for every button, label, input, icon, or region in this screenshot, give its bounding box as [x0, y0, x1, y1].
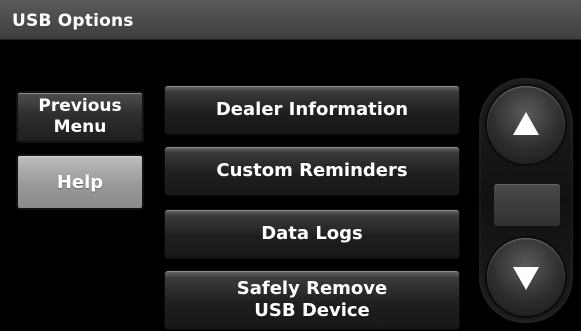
scroll-up-button[interactable]	[487, 86, 565, 164]
help-button[interactable]: Help	[18, 156, 142, 208]
custom-reminders-button[interactable]: Custom Reminders	[165, 147, 459, 195]
usb-options-screen: USB Options Previous Menu Help Dealer In…	[0, 0, 581, 331]
scroll-down-button[interactable]	[487, 238, 565, 316]
previous-menu-label-line2: Menu	[53, 117, 107, 137]
menu-item-label-line1: Safely Remove	[236, 278, 388, 299]
data-logs-button[interactable]: Data Logs	[165, 210, 459, 258]
page-title: USB Options	[12, 11, 134, 31]
down-arrow-icon	[513, 267, 539, 290]
up-arrow-icon	[513, 112, 539, 135]
dealer-information-button[interactable]: Dealer Information	[165, 86, 459, 134]
safely-remove-usb-button[interactable]: Safely Remove USB Device	[165, 271, 459, 329]
previous-menu-label-line1: Previous	[38, 96, 122, 116]
menu-item-label: Dealer Information	[215, 99, 409, 120]
menu-item-label: Data Logs	[261, 223, 363, 244]
scrollbar-thumb[interactable]	[494, 184, 560, 226]
previous-menu-button[interactable]: Previous Menu	[18, 93, 142, 141]
menu-item-label-line2: USB Device	[254, 300, 370, 321]
title-bar: USB Options	[0, 0, 581, 40]
menu-item-label: Custom Reminders	[216, 160, 408, 181]
help-label: Help	[56, 171, 104, 193]
